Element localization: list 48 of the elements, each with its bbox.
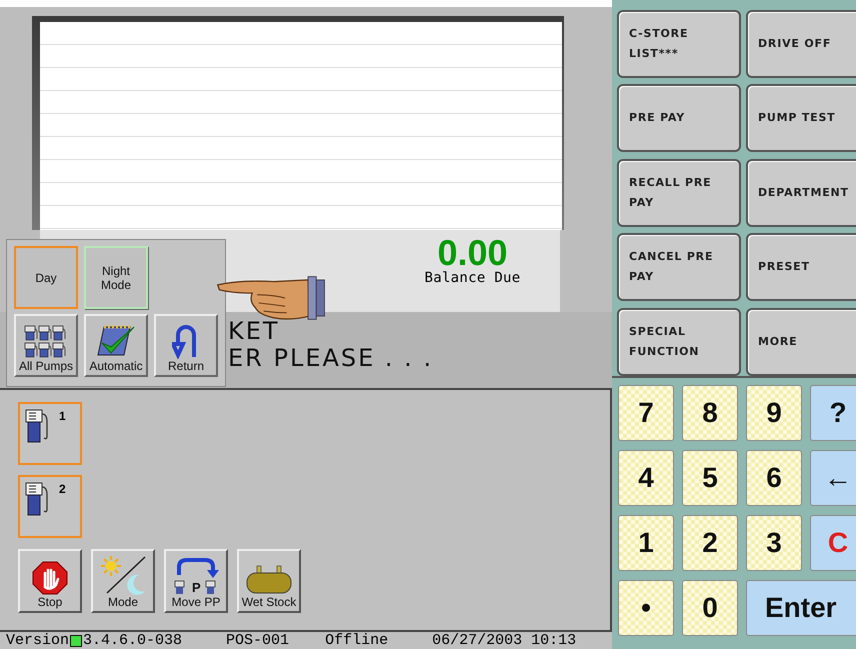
connection-status: Offline — [325, 632, 388, 649]
date-time: 06/27/2003 10:13 — [432, 632, 576, 649]
pump-button[interactable]: 2 — [18, 475, 82, 538]
keypad-key[interactable]: 1 — [618, 515, 674, 571]
function-button[interactable]: RECALL PRE PAY — [617, 158, 741, 227]
function-button[interactable]: PUMP TEST — [746, 84, 856, 152]
prompt-message: ER PLEASE . . . — [228, 345, 434, 372]
keypad-key[interactable]: ? — [810, 385, 856, 441]
keypad-key[interactable]: 4 — [618, 450, 674, 506]
keypad-key[interactable]: 2 — [682, 515, 738, 571]
function-button[interactable]: DEPARTMENT — [746, 158, 856, 227]
function-button[interactable]: C-STORE LIST*** — [617, 10, 741, 78]
balance-amount: 0.00 — [437, 236, 508, 270]
keypad-key[interactable]: 3 — [746, 515, 802, 571]
keypad-key[interactable]: 9 — [746, 385, 802, 441]
function-button[interactable]: CANCEL PRE PAY — [617, 233, 741, 302]
popup-action-button[interactable]: Return — [154, 314, 218, 377]
function-button[interactable]: MORE — [746, 308, 856, 376]
keypad-key[interactable]: 0 — [682, 580, 738, 636]
balance-label: Balance Due — [424, 270, 521, 286]
tool-button[interactable]: Wet Stock — [237, 549, 301, 613]
terminal-id: POS-001 — [226, 632, 290, 649]
stop-hand-icon — [32, 561, 68, 595]
function-button[interactable]: PRE PAY — [617, 84, 741, 152]
keypad-key[interactable]: 6 — [746, 450, 802, 506]
pump-button[interactable]: 1 — [18, 402, 82, 465]
tool-button[interactable]: Stop — [18, 549, 82, 613]
function-button[interactable]: DRIVE OFF — [746, 10, 856, 78]
theme-button[interactable]: Day — [14, 246, 78, 309]
keypad-key[interactable]: • — [618, 580, 674, 636]
function-button[interactable]: SPECIAL FUNCTION — [617, 308, 741, 376]
version-label: Version — [6, 632, 70, 649]
keypad-key[interactable]: ← — [810, 450, 856, 506]
keypad-key[interactable]: 7 — [618, 385, 674, 441]
sun-moon-icon — [99, 555, 147, 595]
popup-action-button[interactable]: Automatic — [84, 314, 148, 377]
keypad-key[interactable]: 8 — [682, 385, 738, 441]
storage-tank-icon — [246, 565, 292, 595]
popup-action-button[interactable]: All Pumps — [14, 314, 78, 377]
tool-button[interactable]: P Move PP — [164, 549, 228, 613]
keypad-key[interactable]: 5 — [682, 450, 738, 506]
theme-button[interactable]: Night Mode — [84, 246, 148, 309]
function-button[interactable]: PRESET — [746, 233, 856, 302]
pumps-icon — [24, 325, 68, 359]
version-number: 3.4.6.0-038 — [83, 632, 182, 649]
prompt-message: KET — [228, 318, 281, 345]
tool-button[interactable]: Mode — [91, 549, 155, 613]
keypad-key[interactable]: Enter — [746, 580, 856, 636]
